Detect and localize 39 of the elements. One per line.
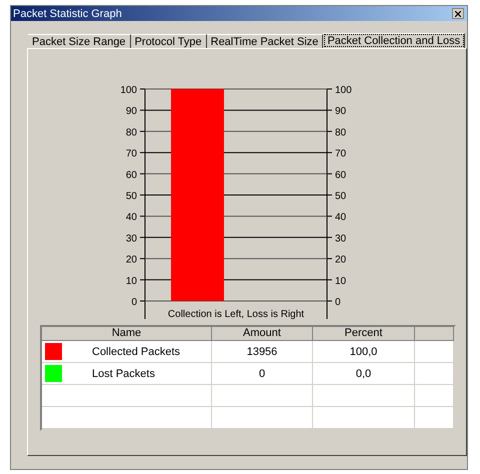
tick-label: 70 (335, 148, 346, 160)
cell-text: Collected Packets (92, 346, 180, 358)
tick-label: 90 (126, 106, 137, 118)
table-cell: 0,0 (313, 363, 415, 385)
cell-text: Lost Packets (92, 368, 155, 380)
tick-label: 20 (126, 254, 137, 266)
tab[interactable]: Packet Collection and Loss (323, 33, 466, 48)
tick-label: 80 (335, 127, 346, 138)
window-title: Packet Statistic Graph (13, 8, 122, 20)
tick-label: 100 (335, 85, 352, 96)
tab[interactable]: Packet Size Range (28, 34, 131, 48)
tick-label: 10 (126, 276, 137, 287)
close-button[interactable] (452, 8, 464, 19)
x-axis-label: Collection is Left, Loss is Right (168, 309, 304, 319)
tab[interactable]: Protocol Type (130, 34, 207, 48)
close-icon (455, 10, 461, 16)
tick-label: 40 (335, 212, 346, 224)
tick-label: 100 (120, 85, 137, 96)
tick-label: 30 (335, 233, 346, 244)
tab[interactable]: RealTime Packet Size (206, 34, 324, 48)
column-header[interactable]: Name (42, 327, 212, 341)
tick-label: 10 (335, 276, 346, 287)
tick-label: 90 (335, 106, 346, 118)
tick-label: 60 (126, 170, 137, 181)
tick-label: 0 (131, 297, 137, 308)
table-cell: 0 (212, 363, 313, 385)
tick-label: 20 (335, 254, 346, 266)
table-cell: 13956 (212, 341, 313, 363)
tick-label: 40 (126, 212, 137, 224)
column-header[interactable]: Amount (212, 327, 313, 341)
table-cell: 100,0 (313, 341, 415, 363)
tick-label: 50 (126, 191, 137, 202)
tick-label: 30 (126, 233, 137, 244)
column-header[interactable]: Percent (313, 327, 415, 341)
tick-label: 80 (126, 127, 137, 138)
tick-label: 0 (335, 297, 341, 308)
tick-label: 60 (335, 170, 346, 181)
tick-label: 70 (126, 148, 137, 160)
tick-label: 50 (335, 191, 346, 202)
